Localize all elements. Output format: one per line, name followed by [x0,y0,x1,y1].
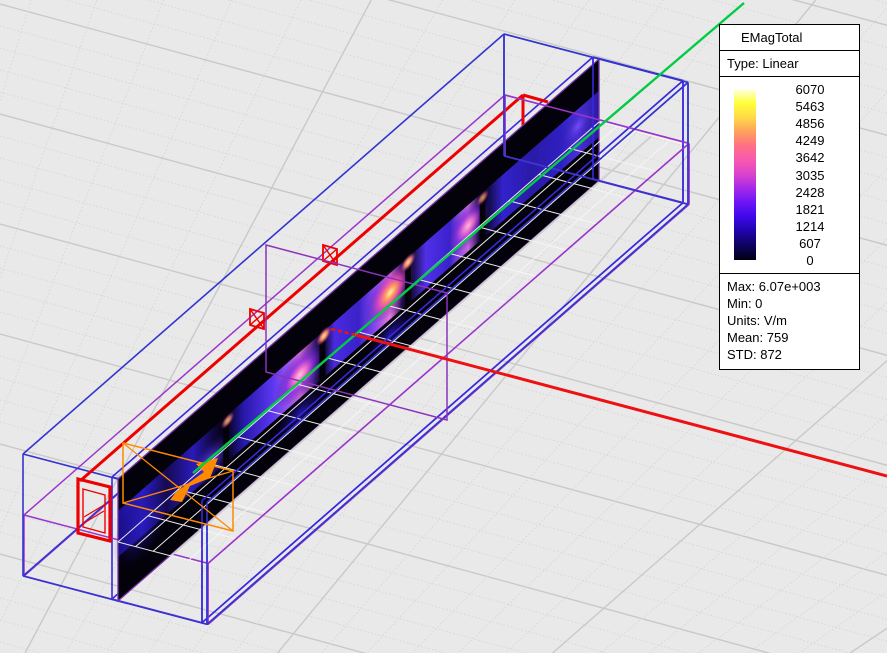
field-legend-panel: EMagTotal Type: Linear 60705463485642493… [719,24,860,370]
scale-label: 3035 [778,169,842,182]
scale-label: 1214 [778,220,842,233]
legend-stats: Max: 6.07e+003 Min: 0 Units: V/m Mean: 7… [720,274,859,369]
stat-std: STD: 872 [727,346,859,363]
scale-label: 6070 [778,83,842,96]
stat-mean: Mean: 759 [727,329,859,346]
colorbar-scale-labels: 6070546348564249364230352428182112146070 [778,77,842,273]
scale-label: 3642 [778,151,842,164]
scale-label: 4856 [778,117,842,130]
legend-title: EMagTotal [720,25,859,51]
stat-max: Max: 6.07e+003 [727,278,859,295]
scale-label: 0 [778,254,842,267]
stat-units: Units: V/m [727,312,859,329]
scale-label: 5463 [778,100,842,113]
scale-label: 4249 [778,134,842,147]
field-slice-plane [113,59,599,605]
legend-color-scale: 6070546348564249364230352428182112146070 [720,77,859,274]
legend-type-label: Type: Linear [720,51,859,77]
stat-min: Min: 0 [727,295,859,312]
y-axis-green [193,3,744,473]
colorbar [734,89,756,260]
app-canvas: { "legend": { "title": "EMagTotal", "typ… [0,0,887,653]
scale-label: 607 [778,237,842,250]
scale-label: 1821 [778,203,842,216]
scale-label: 2428 [778,186,842,199]
